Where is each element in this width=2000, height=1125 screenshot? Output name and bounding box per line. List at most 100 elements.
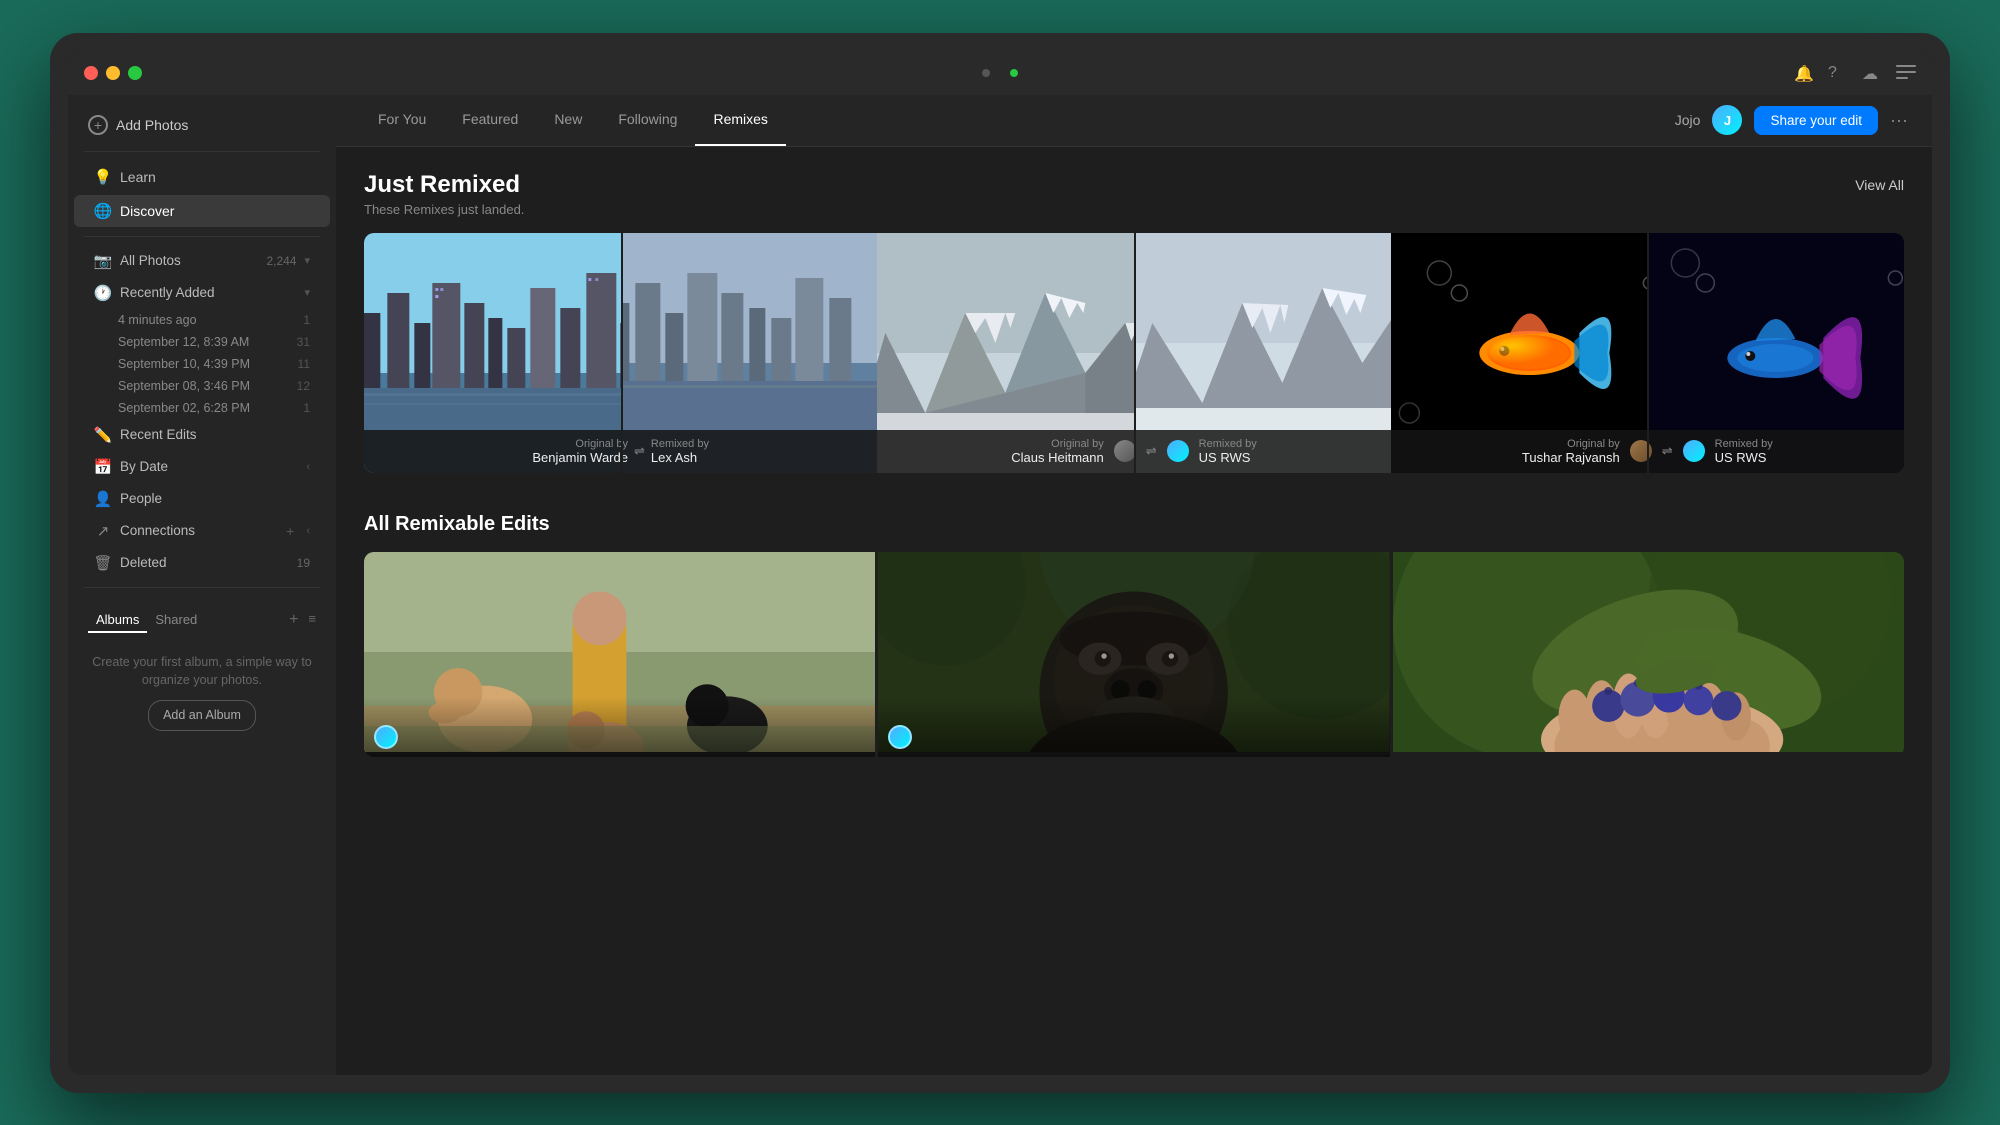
add-album-button[interactable]: Add an Album <box>148 700 256 731</box>
albums-actions: + ≡ <box>289 611 316 629</box>
blueberries-photo <box>1393 552 1904 752</box>
albums-tab[interactable]: Albums <box>88 608 147 633</box>
learn-icon: 💡 <box>94 168 112 186</box>
photo-card-blueberries[interactable] <box>1393 552 1904 757</box>
sidebar-item-connections[interactable]: ↗ Connections + ‹ <box>74 516 330 546</box>
app-body: + Add Photos 💡 Learn 🌐 Discover 📷 All Ph… <box>68 95 1932 1075</box>
recently-added-chevron: ▾ <box>304 286 310 299</box>
sidebar-item-people[interactable]: 👤 People <box>74 484 330 514</box>
sub-date-0: 4 minutes ago <box>118 313 303 327</box>
sidebar-item-all-photos[interactable]: 📷 All Photos 2,244 ▾ <box>74 246 330 276</box>
just-remixed-title-group: Just Remixed These Remixes just landed. <box>364 171 524 217</box>
photo-card-dogs[interactable] <box>364 552 875 757</box>
sidebar: + Add Photos 💡 Learn 🌐 Discover 📷 All Ph… <box>68 95 336 1075</box>
sub-date-2: September 10, 4:39 PM <box>118 357 298 371</box>
recently-added-icon: 🕐 <box>94 284 112 302</box>
sub-item-0[interactable]: 4 minutes ago 1 <box>86 309 330 331</box>
close-button[interactable] <box>84 66 98 80</box>
by-date-chevron: ‹ <box>306 461 310 473</box>
connections-icon: ↗ <box>94 522 112 540</box>
dogs-overlay <box>364 697 875 757</box>
photo-card-gorilla[interactable] <box>878 552 1389 757</box>
just-remixed-title: Just Remixed <box>364 171 524 199</box>
learn-label: Learn <box>120 169 156 185</box>
tab-featured[interactable]: Featured <box>444 95 536 147</box>
all-photos-count: 2,244 <box>266 254 296 268</box>
albums-header: Albums Shared + ≡ <box>82 604 322 637</box>
tab-remixes[interactable]: Remixes <box>695 95 785 147</box>
photo-card-fish[interactable]: Original by Tushar Rajvansh ⇌ Remixed by… <box>1391 233 1904 473</box>
sub-date-3: September 08, 3:46 PM <box>118 379 297 393</box>
sidebar-item-by-date[interactable]: 📅 By Date ‹ <box>74 452 330 482</box>
just-remixed-subtitle: These Remixes just landed. <box>364 202 524 217</box>
sub-item-3[interactable]: September 08, 3:46 PM 12 <box>86 375 330 397</box>
sidebar-item-deleted[interactable]: 🗑 Deleted 19 <box>74 548 330 578</box>
tab-new[interactable]: New <box>536 95 600 147</box>
remix-icon-mountain: ⇌ <box>1146 443 1157 459</box>
sidebar-item-recently-added[interactable]: 🕐 Recently Added ▾ <box>74 278 330 308</box>
discover-icon: 🌐 <box>94 202 112 220</box>
mountain-remixed-meta: Remixed by US RWS <box>1199 438 1257 465</box>
sidebar-item-recent-edits[interactable]: ✏️ Recent Edits <box>74 420 330 450</box>
add-photos-label: Add Photos <box>116 117 188 133</box>
add-photos-button[interactable]: + Add Photos <box>68 107 336 143</box>
notification-icon[interactable]: 🔔 <box>1794 64 1812 82</box>
add-photos-icon: + <box>88 115 108 135</box>
sub-date-4: September 02, 6:28 PM <box>118 401 303 415</box>
just-remixed-header: Just Remixed These Remixes just landed. … <box>364 171 1904 217</box>
albums-empty-text: Create your first album, a simple way to… <box>82 637 322 747</box>
sidebar-item-learn[interactable]: 💡 Learn <box>74 161 330 193</box>
shared-tab[interactable]: Shared <box>147 608 205 633</box>
mountain-remixed-avatar <box>1167 440 1189 462</box>
tab-for-you[interactable]: For You <box>360 95 444 147</box>
add-album-icon[interactable]: + <box>289 611 298 629</box>
user-avatar: J <box>1712 105 1742 135</box>
dogs-avatar <box>374 725 398 749</box>
nav-right: Jojo J Share your edit ··· <box>1675 105 1908 135</box>
more-options-button[interactable]: ··· <box>1890 110 1908 131</box>
mic-dot-active <box>1010 69 1018 77</box>
maximize-button[interactable] <box>128 66 142 80</box>
recent-edits-icon: ✏️ <box>94 426 112 444</box>
by-date-label: By Date <box>120 459 298 474</box>
deleted-icon: 🗑 <box>94 554 112 572</box>
sub-count-2: 11 <box>298 357 310 371</box>
sidebar-toggle-button[interactable] <box>1896 65 1916 81</box>
photo-divider <box>621 233 623 473</box>
share-edit-button[interactable]: Share your edit <box>1754 106 1878 135</box>
sub-item-1[interactable]: September 12, 8:39 AM 31 <box>86 331 330 353</box>
remix-icon-nyc: ⇌ <box>634 443 645 459</box>
view-all-button[interactable]: View All <box>1855 171 1904 193</box>
sub-count-4: 1 <box>303 401 310 415</box>
main-content: For You Featured New Following Remixes J… <box>336 95 1932 1075</box>
sidebar-divider-2 <box>84 236 320 237</box>
photo-card-nyc[interactable]: Original by Benjamin Warde ⇌ Remixed by … <box>364 233 877 473</box>
traffic-lights <box>84 66 142 80</box>
help-icon[interactable]: ? <box>1828 64 1846 82</box>
laptop-frame: 🔔 ? ☁ + Add Photos 💡 <box>50 33 1950 1093</box>
camera-dot-inactive <box>982 69 990 77</box>
sidebar-divider-1 <box>84 151 320 152</box>
cloud-icon[interactable]: ☁ <box>1862 64 1880 82</box>
discover-label: Discover <box>120 203 174 219</box>
photo-card-mountain[interactable]: Original by Claus Heitmann ⇌ Remixed by … <box>877 233 1390 473</box>
tab-following[interactable]: Following <box>600 95 695 147</box>
mountain-original-avatar <box>1114 440 1136 462</box>
deleted-count: 19 <box>297 556 310 570</box>
remixed-photo-grid: Original by Benjamin Warde ⇌ Remixed by … <box>364 233 1904 473</box>
sidebar-divider-3 <box>84 587 320 588</box>
content-area: Just Remixed These Remixes just landed. … <box>336 147 1932 1075</box>
mountain-original-meta: Original by Claus Heitmann <box>1011 438 1104 465</box>
sub-item-2[interactable]: September 10, 4:39 PM 11 <box>86 353 330 375</box>
minimize-button[interactable] <box>106 66 120 80</box>
remix-icon-fish: ⇌ <box>1662 443 1673 459</box>
gorilla-avatar <box>888 725 912 749</box>
sort-album-icon[interactable]: ≡ <box>308 611 316 629</box>
sub-item-4[interactable]: September 02, 6:28 PM 1 <box>86 397 330 419</box>
sidebar-item-discover[interactable]: 🌐 Discover <box>74 195 330 227</box>
sub-date-1: September 12, 8:39 AM <box>118 335 297 349</box>
all-remixable-grid <box>364 552 1904 757</box>
all-photos-chevron: ▾ <box>304 254 310 267</box>
top-nav: For You Featured New Following Remixes J… <box>336 95 1932 147</box>
recently-added-label: Recently Added <box>120 285 296 300</box>
